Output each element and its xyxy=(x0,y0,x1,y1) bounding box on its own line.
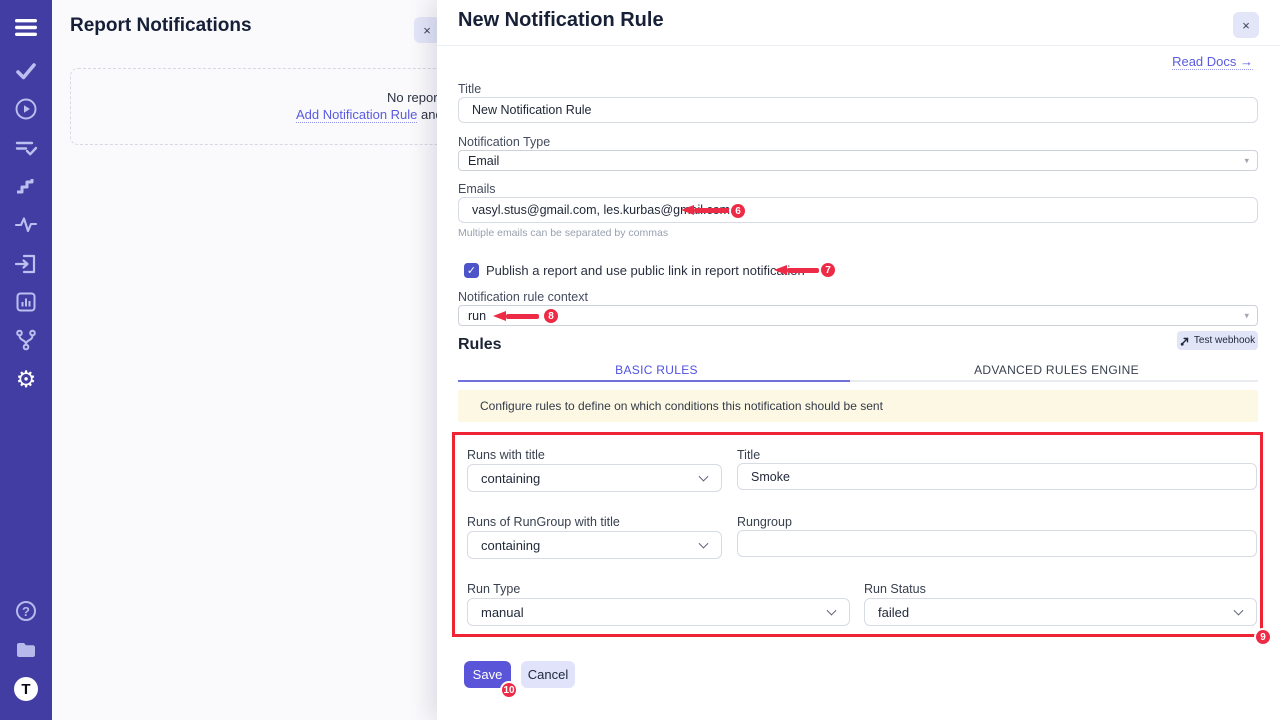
run-status-label: Run Status xyxy=(864,582,926,596)
annotation-badge-9: 9 xyxy=(1254,628,1272,646)
rungroup-input[interactable] xyxy=(737,530,1257,557)
annotation-badge-8: 8 xyxy=(542,307,560,325)
runs-with-title-select[interactable]: containing xyxy=(467,464,722,492)
rungroup-label: Rungroup xyxy=(737,515,792,529)
rule-title-input[interactable]: Smoke xyxy=(737,463,1257,490)
runs-of-rungroup-select[interactable]: containing xyxy=(467,531,722,559)
annotation-box-9: Runs with title containing Title Smoke R… xyxy=(452,432,1263,637)
rules-heading: Rules xyxy=(458,336,502,354)
chevron-down-icon xyxy=(827,606,837,616)
help-icon[interactable]: ? xyxy=(14,599,38,623)
runs-of-rungroup-label: Runs of RunGroup with title xyxy=(467,515,620,529)
notification-type-select[interactable]: Email xyxy=(458,150,1258,171)
modal-title: New Notification Rule xyxy=(458,9,664,32)
tab-advanced-rules-engine[interactable]: ADVANCED RULES ENGINE xyxy=(855,363,1258,377)
annotation-badge-7: 7 xyxy=(819,261,837,279)
annotation-arrow-7 xyxy=(774,265,819,275)
sign-in-icon[interactable] xyxy=(14,252,38,276)
check-icon[interactable] xyxy=(14,59,38,83)
steps-icon[interactable] xyxy=(14,174,38,198)
run-status-select[interactable]: failed xyxy=(864,598,1257,626)
context-label: Notification rule context xyxy=(458,290,588,304)
app-canvas: ⚙ ? T Report Notifications × No report n… xyxy=(0,0,1280,720)
run-type-select[interactable]: manual xyxy=(467,598,850,626)
dropdown-arrow-icon xyxy=(1244,156,1249,165)
gear-icon[interactable]: ⚙ xyxy=(14,367,38,391)
chevron-down-icon xyxy=(699,539,709,549)
emails-help-text: Multiple emails can be separated by comm… xyxy=(458,227,668,239)
annotation-badge-6: 6 xyxy=(729,202,747,220)
dropdown-arrow-icon xyxy=(1244,311,1249,320)
activity-icon[interactable] xyxy=(14,213,38,237)
play-circle-icon[interactable] xyxy=(14,97,38,121)
annotation-badge-10: 10 xyxy=(500,681,518,699)
publish-report-checkbox[interactable]: ✓ xyxy=(464,263,479,278)
sidebar: ⚙ ? T xyxy=(0,0,52,720)
annotation-arrow-8 xyxy=(493,311,539,321)
read-docs-link[interactable]: Read Docs → xyxy=(1172,54,1253,70)
chevron-down-icon xyxy=(699,472,709,482)
menu-icon[interactable] xyxy=(14,15,38,39)
panel-title: Report Notifications xyxy=(70,15,252,37)
context-select[interactable]: run xyxy=(458,305,1258,326)
notification-type-label: Notification Type xyxy=(458,135,550,149)
emails-input[interactable]: vasyl.stus@gmail.com, les.kurbas@gmail.c… xyxy=(458,197,1258,223)
logo-t[interactable]: T xyxy=(14,677,38,701)
close-icon[interactable]: × xyxy=(1233,12,1259,38)
bar-chart-icon[interactable] xyxy=(14,290,38,314)
annotation-arrow-6 xyxy=(681,205,730,215)
test-webhook-button[interactable]: Test webhook xyxy=(1177,331,1258,350)
add-notification-rule-link[interactable]: Add Notification Rule xyxy=(296,107,417,123)
rule-title-label: Title xyxy=(737,448,760,462)
rules-info-banner: Configure rules to define on which condi… xyxy=(458,390,1258,422)
publish-report-label: Publish a report and use public link in … xyxy=(486,263,805,278)
cancel-button[interactable]: Cancel xyxy=(521,661,575,688)
emails-label: Emails xyxy=(458,182,496,196)
branch-icon[interactable] xyxy=(14,328,38,352)
chevron-down-icon xyxy=(1234,606,1244,616)
runs-with-title-label: Runs with title xyxy=(467,448,545,462)
list-check-icon[interactable] xyxy=(14,136,38,160)
title-label: Title xyxy=(458,82,481,96)
new-notification-rule-modal: New Notification Rule × Read Docs → Titl… xyxy=(437,0,1280,720)
title-input[interactable]: New Notification Rule xyxy=(458,97,1258,123)
header-divider xyxy=(437,45,1280,46)
tab-basic-rules[interactable]: BASIC RULES xyxy=(458,363,855,377)
webhook-icon xyxy=(1180,336,1190,346)
run-type-label: Run Type xyxy=(467,582,520,596)
folder-icon[interactable] xyxy=(14,638,38,662)
active-tab-indicator xyxy=(458,380,850,382)
